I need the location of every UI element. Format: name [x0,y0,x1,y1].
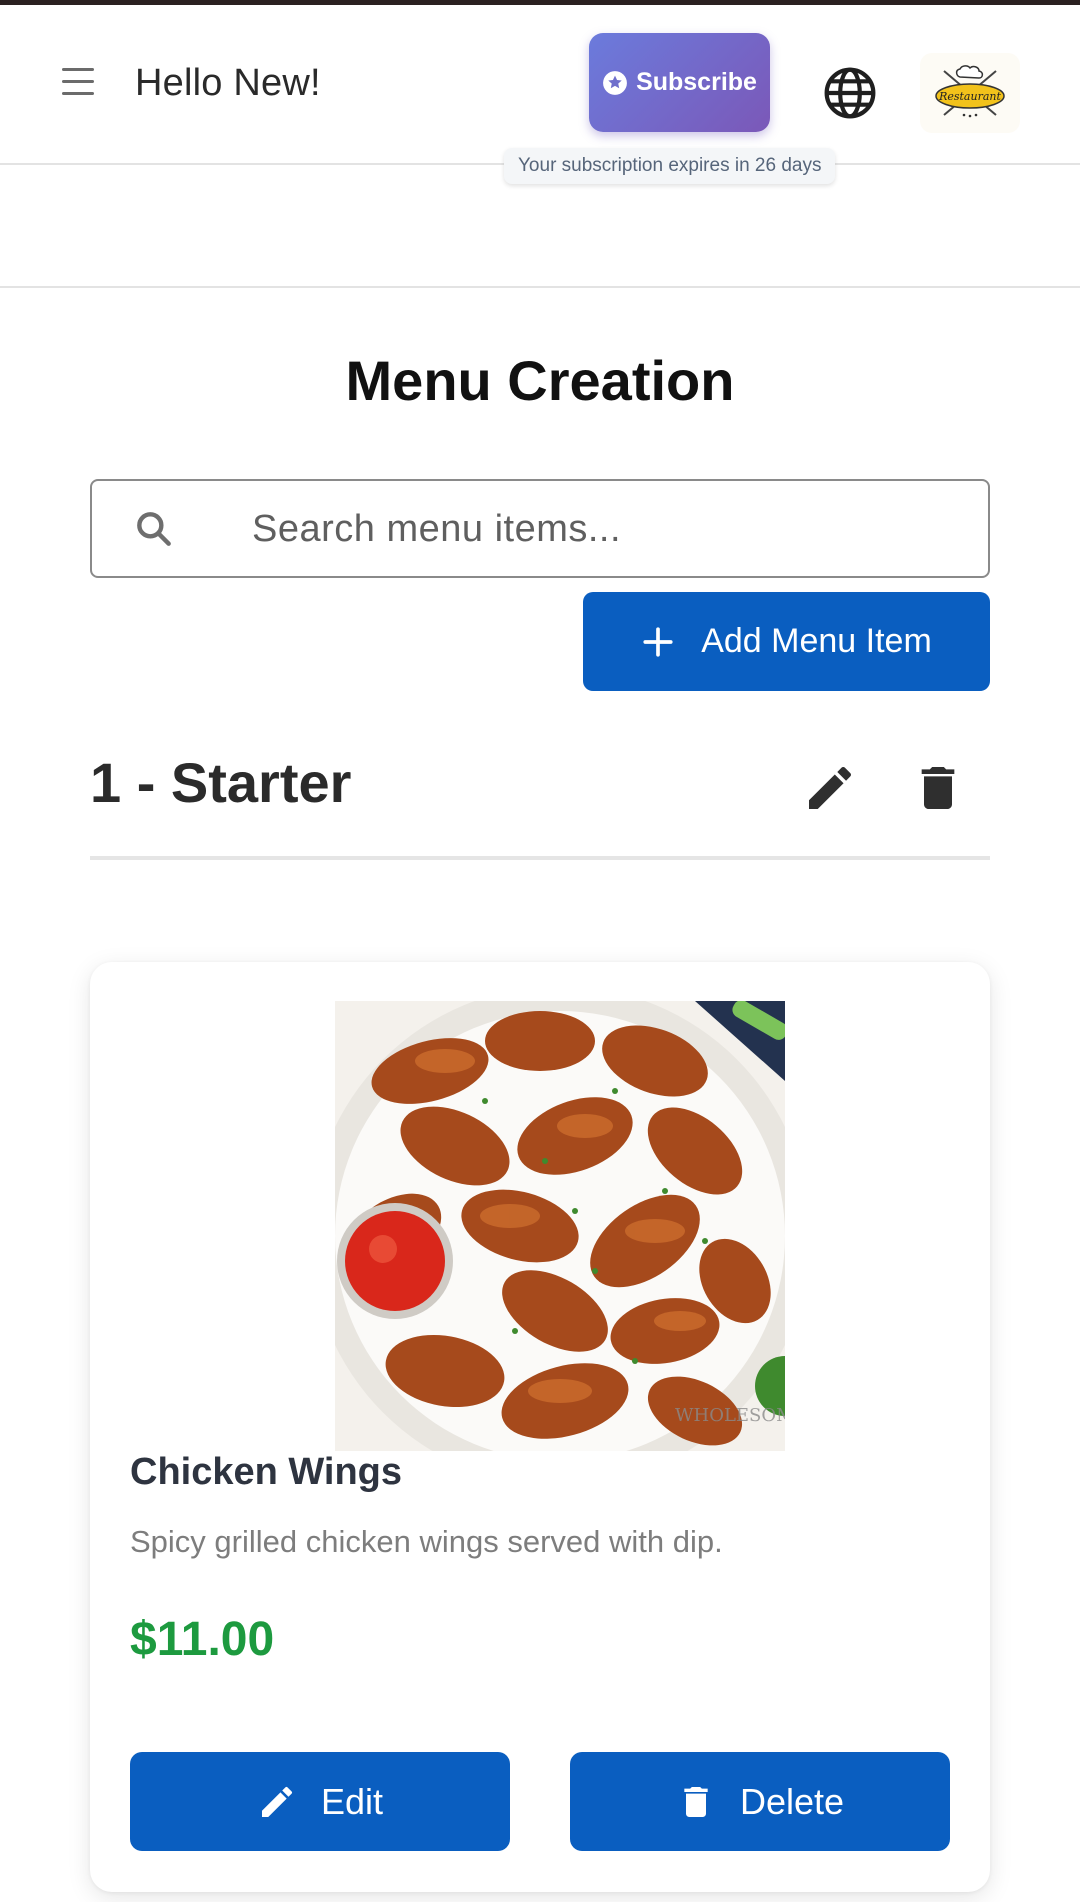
delete-category-icon[interactable] [910,760,966,816]
menu-item-description: Spicy grilled chicken wings served with … [130,1524,723,1559]
add-menu-item-label: Add Menu Item [701,622,932,660]
greeting-text: Hello New! [135,62,321,104]
search-box [90,479,990,578]
page-title: Menu Creation [345,349,735,412]
menu-item-name: Chicken Wings [130,1451,403,1493]
edit-category-icon[interactable] [802,760,858,816]
subscribe-button[interactable]: Subscribe [589,33,770,132]
category-header: 1 - Starter [90,740,990,860]
svg-text:WHOLESOME: WHOLESOME [675,1405,785,1426]
plus-icon [643,626,673,657]
hamburger-menu-icon[interactable] [58,60,102,104]
menu-item-card: WHOLESOME Chicken Wings Spicy grilled ch… [90,962,990,1892]
delete-item-button[interactable]: Delete [570,1752,950,1851]
menu-item-price: $11.00 [130,1613,275,1666]
pencil-icon [261,1786,292,1817]
globe-icon[interactable] [822,65,878,121]
category-title: 1 - Starter [90,751,352,814]
restaurant-logo-icon: Restaurant [935,65,1005,118]
svg-text:Restaurant: Restaurant [938,90,1001,103]
app-bar: Hello New! Subscribe Restaurant Your sub… [0,5,1080,184]
edit-item-label: Edit [320,1780,384,1822]
trash-icon [684,1786,708,1817]
secondary-bar [0,167,1080,288]
delete-item-label: Delete [739,1780,845,1822]
subscribe-label: Subscribe [636,68,757,96]
search-input[interactable] [252,501,952,557]
menu-item-image: WHOLESOME [335,1001,785,1451]
add-menu-item-button[interactable]: Add Menu Item [583,592,990,691]
restaurant-logo[interactable]: Restaurant [920,53,1020,133]
edit-item-button[interactable]: Edit [130,1752,510,1851]
search-icon [137,512,171,546]
star-badge-icon [603,70,627,95]
